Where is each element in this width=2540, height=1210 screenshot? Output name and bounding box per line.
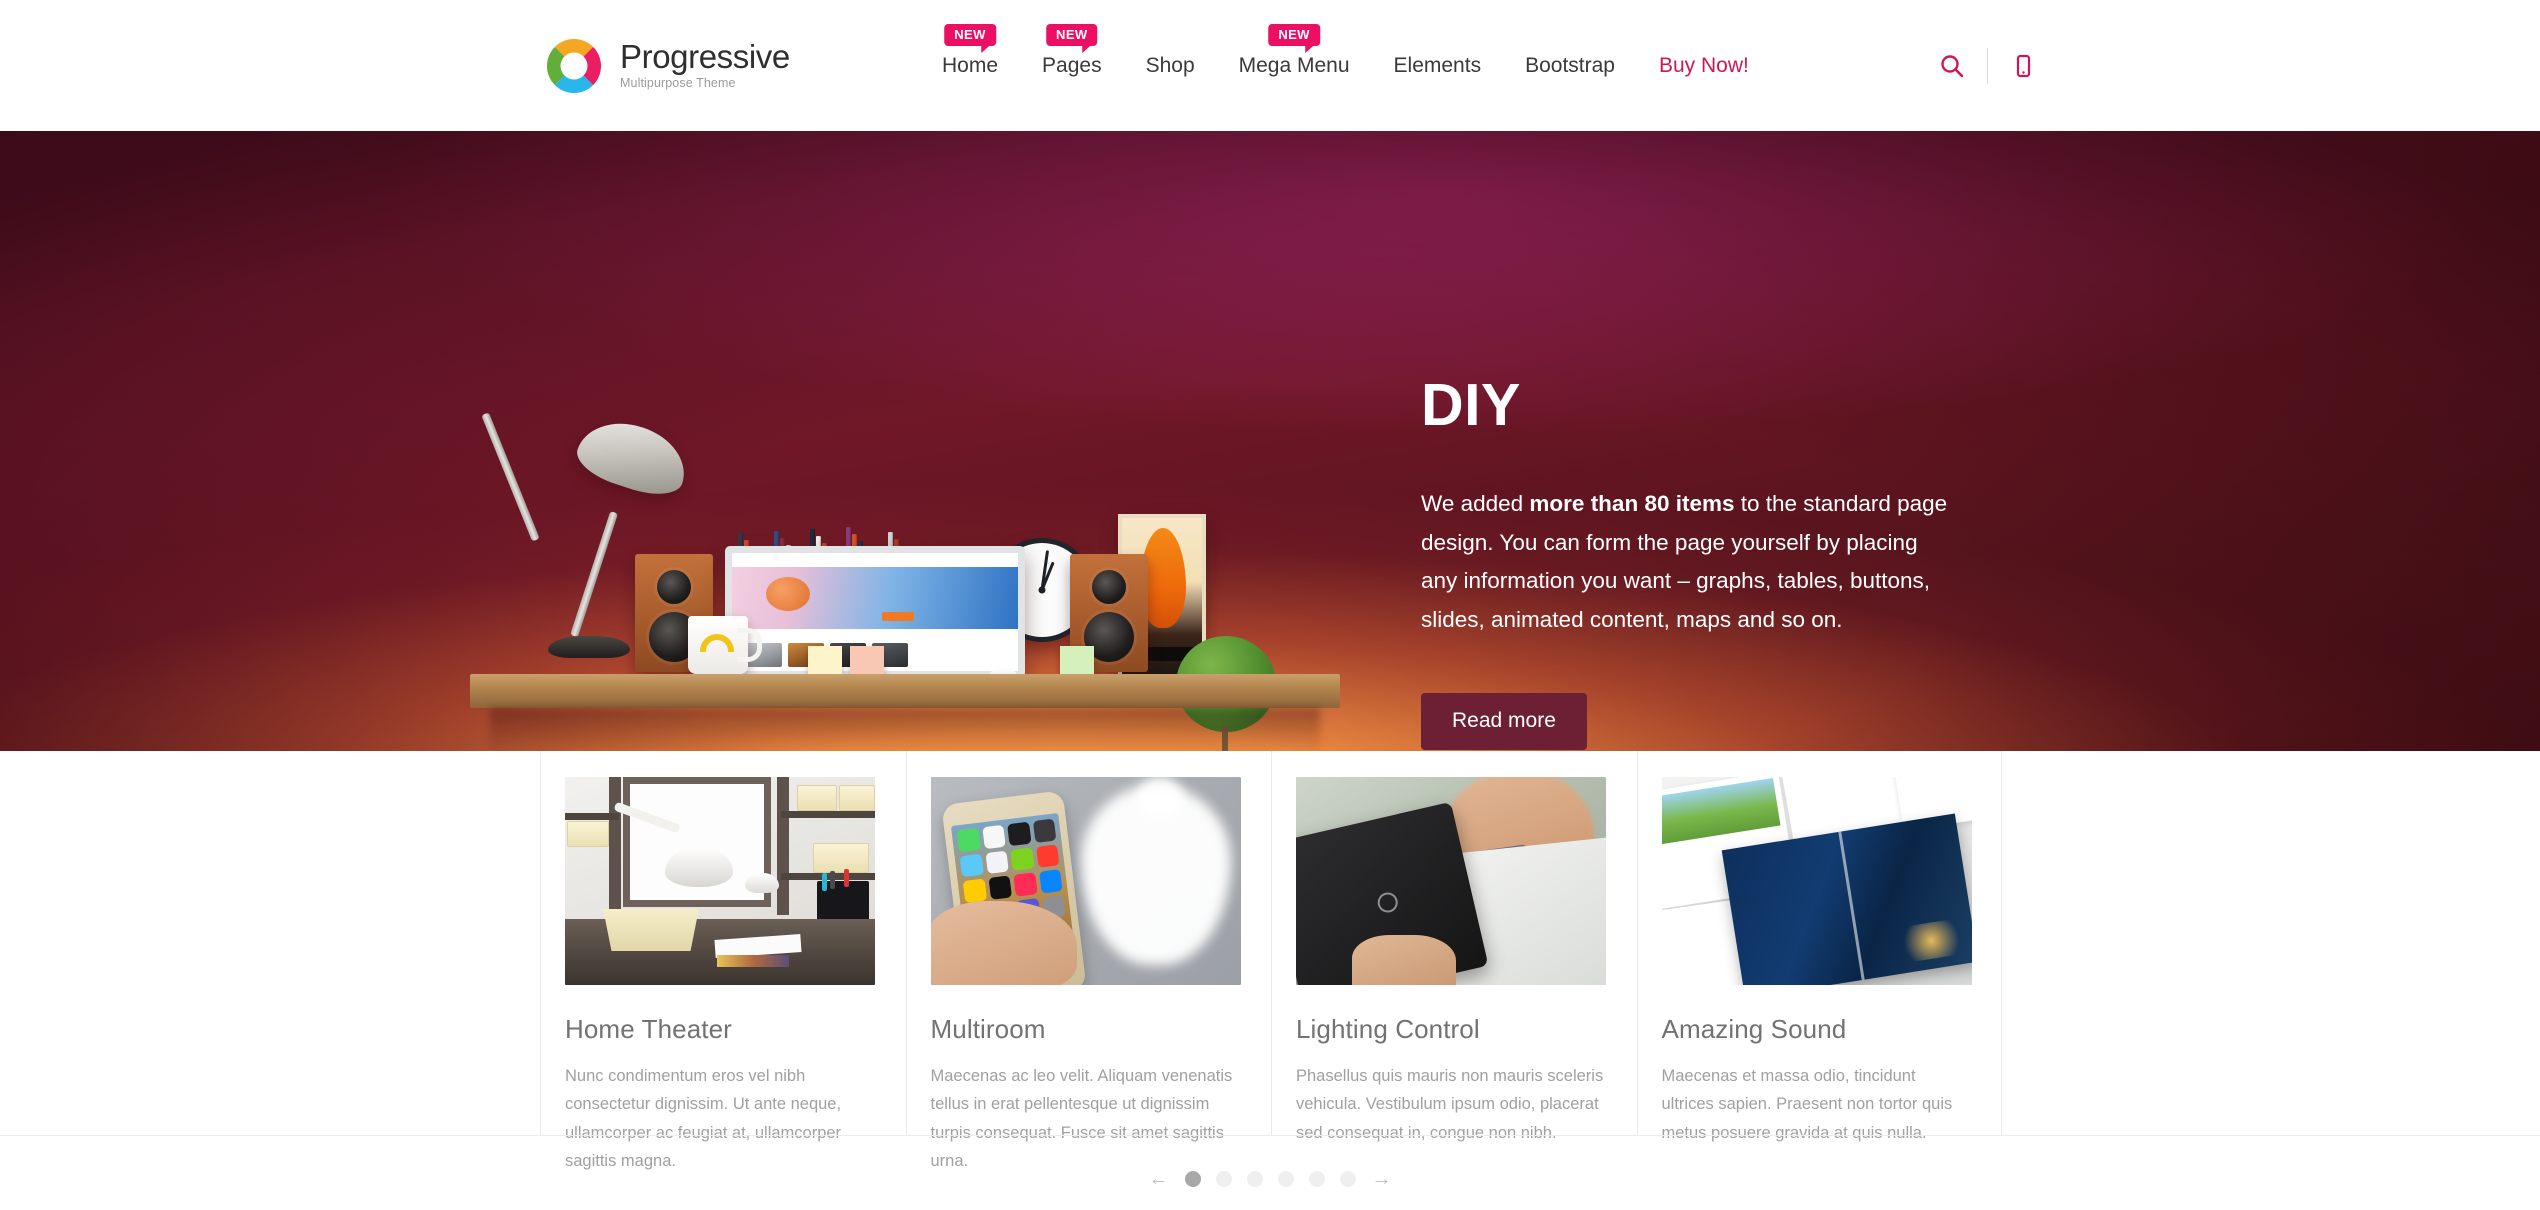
sticky-note xyxy=(808,646,842,676)
nav-label: Bootstrap xyxy=(1525,54,1615,77)
icon-separator xyxy=(1987,47,1988,84)
feature-cards-row: Home Theater Nunc condimentum eros vel n… xyxy=(540,751,2003,1170)
site-logo[interactable]: Progressive Multipurpose Theme xyxy=(541,33,790,99)
desk-lamp-arm-upper xyxy=(481,412,540,542)
feature-card[interactable]: Lighting Control Phasellus quis mauris n… xyxy=(1271,751,1637,1142)
feature-card[interactable]: Home Theater Nunc condimentum eros vel n… xyxy=(540,751,906,1170)
sticky-note xyxy=(850,646,884,676)
sticky-note xyxy=(1060,646,1094,676)
nav-item-elements[interactable]: Elements xyxy=(1372,0,1504,131)
card-image xyxy=(1296,777,1606,985)
main-shelf xyxy=(470,674,1340,708)
nav-label: Mega Menu xyxy=(1238,54,1350,77)
header-icon-group xyxy=(1925,0,2050,131)
card-description: Maecenas ac leo velit. Aliquam venenatis… xyxy=(930,1067,1233,1171)
card-title: Home Theater xyxy=(565,1014,732,1044)
desk-lamp-base xyxy=(548,636,630,658)
pagination-dot[interactable] xyxy=(1277,1171,1294,1187)
cards-bottom-divider xyxy=(0,1135,2540,1136)
desk-lamp-arm-lower xyxy=(570,511,618,638)
pagination-dot[interactable] xyxy=(1215,1171,1232,1187)
mobile-phone-icon[interactable] xyxy=(1996,39,2050,93)
card-title: Multiroom xyxy=(930,1014,1046,1044)
nav-label: Buy Now! xyxy=(1658,54,1749,77)
hero-illustration xyxy=(470,316,1390,751)
arrow-left-icon[interactable]: ← xyxy=(1148,1168,1170,1190)
hero-text-before: We added xyxy=(1421,491,1530,516)
desk-lamp-head xyxy=(571,410,695,504)
pagination-dot[interactable] xyxy=(1246,1171,1263,1187)
hero-content: DIY We added more than 80 items to the s… xyxy=(1421,376,1981,750)
nav-item-mega-menu[interactable]: NEW Mega Menu xyxy=(1217,0,1372,131)
main-navigation: NEW Home NEW Pages Shop NEW Mega Menu El… xyxy=(920,0,1771,131)
card-image xyxy=(1661,777,1972,985)
coffee-mug xyxy=(688,616,762,674)
nav-label: Shop xyxy=(1145,54,1195,77)
nav-label: Elements xyxy=(1393,54,1482,77)
arrow-right-icon[interactable]: → xyxy=(1371,1168,1393,1190)
read-more-button[interactable]: Read more xyxy=(1421,692,1587,750)
nav-label: Home xyxy=(942,54,999,77)
new-badge: NEW xyxy=(944,24,996,53)
logo-title: Progressive xyxy=(620,38,790,76)
search-icon[interactable] xyxy=(1925,39,1979,93)
hero-text-bold: more than 80 items xyxy=(1529,491,1735,516)
hero-title: DIY xyxy=(1421,372,1521,438)
card-image xyxy=(930,777,1241,985)
feature-cards-section: Home Theater Nunc condimentum eros vel n… xyxy=(0,751,2540,1170)
card-title: Lighting Control xyxy=(1296,1014,1480,1044)
card-title: Amazing Sound xyxy=(1661,1014,1847,1044)
pagination-dot[interactable] xyxy=(1184,1171,1201,1187)
card-image xyxy=(565,777,875,985)
hero-banner: DIY We added more than 80 items to the s… xyxy=(0,131,2540,751)
feature-card[interactable]: Amazing Sound Maecenas et massa odio, ti… xyxy=(1636,751,2003,1142)
feature-card[interactable]: Multiroom Maecenas ac leo velit. Aliquam… xyxy=(905,751,1272,1170)
new-badge: NEW xyxy=(1268,24,1320,53)
nav-label: Pages xyxy=(1042,54,1102,77)
pagination-dot[interactable] xyxy=(1339,1171,1356,1187)
nav-item-bootstrap[interactable]: Bootstrap xyxy=(1503,0,1637,131)
logo-subtitle: Multipurpose Theme xyxy=(620,76,736,91)
ring-logo-icon xyxy=(541,33,607,99)
site-header: Progressive Multipurpose Theme NEW Home … xyxy=(0,0,2540,131)
nav-item-pages[interactable]: NEW Pages xyxy=(1020,0,1124,131)
card-description: Nunc condimentum eros vel nibh consectet… xyxy=(565,1067,842,1171)
pagination-dot[interactable] xyxy=(1308,1171,1325,1187)
new-badge: NEW xyxy=(1046,24,1098,53)
nav-item-shop[interactable]: Shop xyxy=(1124,0,1217,131)
shelf-shadow xyxy=(490,708,1320,751)
carousel-pagination: ← → xyxy=(0,1168,2540,1190)
nav-item-home[interactable]: NEW Home xyxy=(920,0,1020,131)
hero-paragraph: We added more than 80 items to the stand… xyxy=(1421,485,1956,640)
nav-item-buy-now[interactable]: Buy Now! xyxy=(1637,0,1771,131)
